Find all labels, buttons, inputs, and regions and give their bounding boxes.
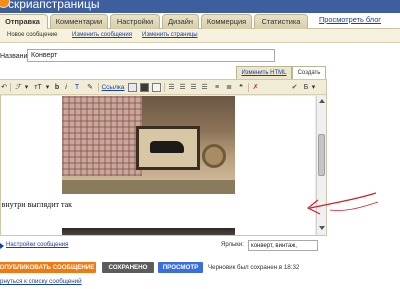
view-blog-link[interactable]: Просмотреть блог: [319, 15, 381, 24]
subtab-edit-pages[interactable]: Изменить страницы: [142, 32, 198, 38]
tab-posting[interactable]: Отправка: [0, 14, 48, 30]
size-icon[interactable]: тT: [32, 83, 44, 92]
align-left-icon[interactable]: ☰: [167, 83, 176, 92]
editor-toolbar: ↶ ℱ ▾ тT ▾ b i T ✎ Ссылка ☰ ☰ ☰ ☰ ≡ ≣ ❝ …: [0, 80, 326, 95]
draft-status: Черновик был сохранен в 18:32: [208, 264, 300, 271]
italic-button[interactable]: i: [63, 83, 69, 92]
bold-button[interactable]: b: [53, 83, 61, 92]
photo-base: [62, 180, 235, 194]
photo-car: [150, 141, 184, 153]
toolbar-separator: [248, 83, 249, 92]
tab-design[interactable]: Дизайн: [162, 14, 199, 29]
photo-fabric: [62, 96, 142, 176]
preview-button[interactable]: ПРОСМОТР: [158, 262, 203, 273]
tab-comments[interactable]: Комментарии: [50, 14, 108, 29]
tab-commerce[interactable]: Коммерция: [201, 14, 252, 29]
subtab-new-post[interactable]: Новое сообщение: [7, 32, 58, 38]
blog-brand: скриапстраницы: [8, 0, 100, 11]
jump-break-icon[interactable]: [152, 83, 161, 92]
spell-dropdown-icon[interactable]: ▾: [311, 83, 316, 92]
numbered-list-icon[interactable]: ≡: [212, 83, 222, 92]
align-right-icon[interactable]: ☰: [189, 83, 198, 92]
font-icon[interactable]: ℱ: [13, 83, 23, 92]
post-caption: а внутри выглядит так: [1, 200, 73, 209]
arrow-tail: [329, 201, 379, 211]
post-settings-link[interactable]: Настройки сообщения: [6, 242, 68, 248]
highlight-icon[interactable]: ✎: [85, 83, 95, 92]
editor-content[interactable]: а внутри выглядит так: [1, 96, 315, 235]
main-tabs: Отправка Комментарии Настройки Дизайн Ко…: [0, 13, 400, 30]
title-input[interactable]: [27, 49, 275, 62]
tab-stats[interactable]: Статистика: [254, 14, 308, 29]
envelope-photo: [62, 96, 235, 194]
link-button[interactable]: Ссылка: [101, 83, 125, 92]
second-photo: [62, 228, 235, 235]
toolbar-separator: [98, 83, 99, 92]
post-options-row: Настройки сообщения Ярлыки:: [0, 239, 326, 253]
saved-button[interactable]: СОХРАНЕНО: [102, 262, 154, 273]
bullet-list-icon[interactable]: ≣: [224, 83, 234, 92]
font-dropdown-icon[interactable]: ▾: [24, 83, 29, 92]
spell-language-button[interactable]: Б: [302, 83, 310, 92]
sub-tabs: Новое сообщение Изменить сообщения Измен…: [0, 29, 400, 43]
top-bar: скриапстраницы: [0, 0, 400, 14]
quote-icon[interactable]: ❝: [236, 83, 246, 92]
expand-triangle-icon[interactable]: [0, 243, 4, 249]
labels-input[interactable]: [248, 240, 318, 251]
compose-tab[interactable]: Создать: [292, 66, 326, 79]
photo-gear: [202, 144, 226, 168]
toolbar-separator: [164, 83, 165, 92]
publish-button[interactable]: ОПУБЛИКОВАТЬ СООБЩЕНИЕ: [0, 262, 96, 273]
video-icon[interactable]: [140, 83, 149, 92]
scroll-up-icon[interactable]: [319, 99, 325, 103]
clear-format-icon[interactable]: ✗: [251, 83, 260, 92]
scroll-thumb[interactable]: [318, 134, 325, 176]
edit-html-tab[interactable]: Изменить HTML: [236, 66, 292, 79]
spellcheck-icon[interactable]: ✔: [290, 83, 299, 92]
size-dropdown-icon[interactable]: ▾: [45, 83, 50, 92]
labels-label: Ярлыки:: [221, 242, 244, 248]
subtab-edit-posts[interactable]: Изменить сообщения: [72, 32, 132, 38]
back-to-posts-link[interactable]: рнуться к списку сообщений: [0, 278, 82, 285]
image-icon[interactable]: [128, 83, 137, 92]
scroll-down-icon[interactable]: [319, 226, 325, 230]
align-center-icon[interactable]: ☰: [178, 83, 187, 92]
tab-settings[interactable]: Настройки: [110, 14, 160, 29]
red-arrow-annotation: [306, 192, 379, 215]
justify-icon[interactable]: ☰: [200, 83, 209, 92]
undo-icon[interactable]: ↶: [0, 83, 8, 92]
toolbar-separator: [10, 83, 11, 92]
text-color-icon[interactable]: T: [72, 83, 82, 92]
